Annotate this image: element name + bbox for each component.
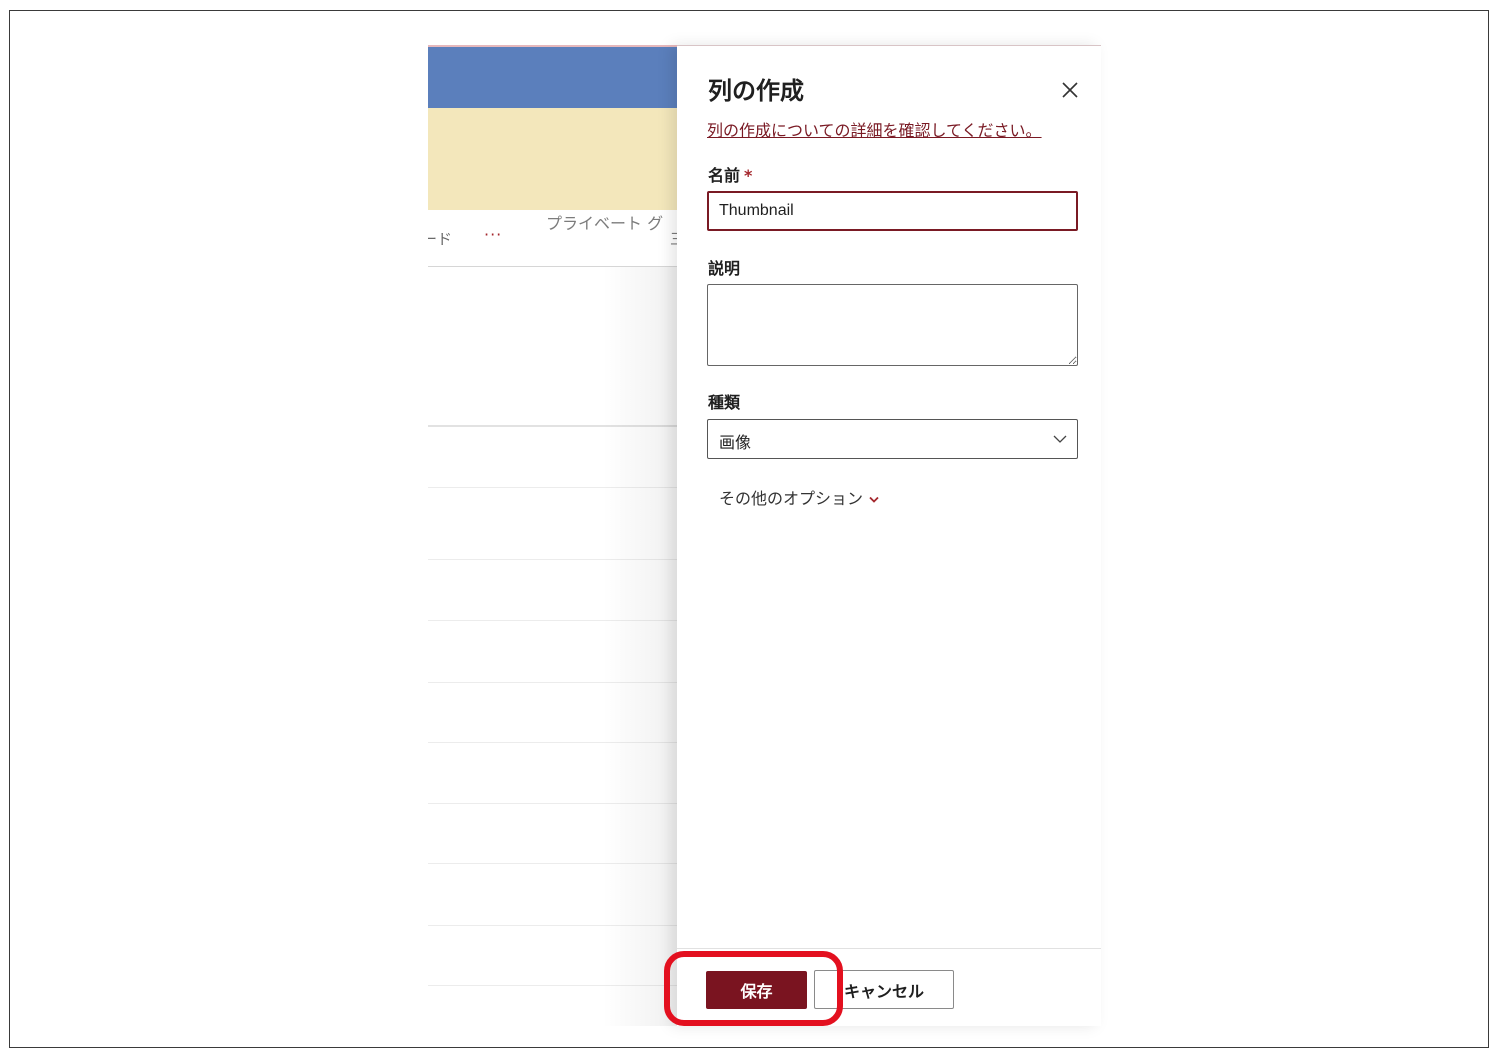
close-icon [1062, 82, 1078, 98]
panel-top-border [677, 45, 1101, 46]
more-commands-button[interactable]: ··· [484, 225, 502, 244]
description-label: 説明 [708, 259, 741, 278]
more-options-label: その他のオプション [719, 489, 864, 508]
learn-more-link[interactable]: 列の作成についての詳細を確認してください。 [707, 117, 1042, 141]
site-header [428, 47, 677, 108]
panel-shadow-overlay [428, 267, 677, 1026]
more-options-toggle[interactable]: その他のオプション [719, 485, 879, 509]
background-list-page: プライベート グ ード ··· 三 [428, 45, 677, 1026]
type-selected-value: 画像 [719, 433, 752, 452]
required-asterisk: * [744, 166, 753, 185]
create-column-panel: 列の作成 列の作成についての詳細を確認してください。 名前* 説明 種類 画像 … [677, 45, 1101, 1026]
name-input[interactable] [707, 191, 1078, 231]
panel-title: 列の作成 [708, 77, 804, 105]
chevron-down-icon [869, 496, 879, 503]
command-bar-item[interactable]: ード [428, 228, 452, 249]
close-button[interactable] [1060, 80, 1080, 100]
description-input[interactable] [707, 284, 1078, 366]
view-options-icon[interactable]: 三 [670, 228, 677, 249]
type-label: 種類 [708, 393, 741, 412]
cancel-button[interactable]: キャンセル [814, 970, 954, 1009]
name-label: 名前 * [708, 162, 752, 186]
chevron-down-icon [1053, 435, 1067, 443]
banner-text: プライベート グ [546, 214, 664, 233]
save-button[interactable]: 保存 [706, 971, 807, 1009]
name-label-text: 名前 [708, 166, 741, 185]
privacy-banner: プライベート グ [428, 108, 677, 233]
type-dropdown[interactable]: 画像 [707, 419, 1078, 459]
footer-divider [677, 948, 1101, 949]
